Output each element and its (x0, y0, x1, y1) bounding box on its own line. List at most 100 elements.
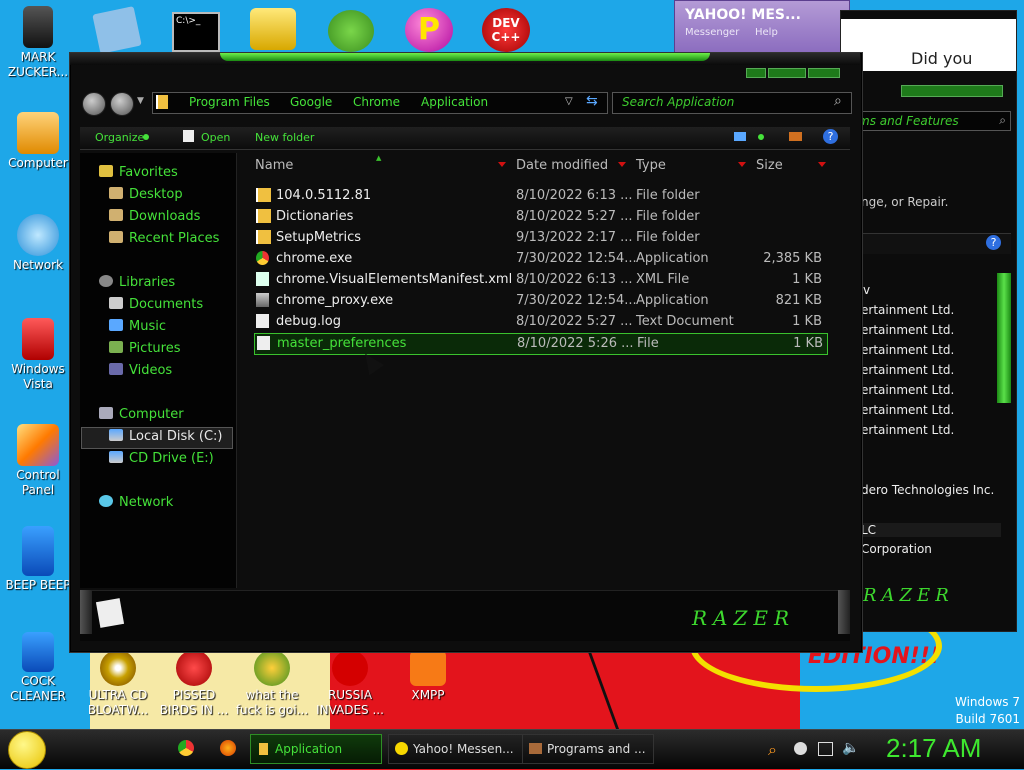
resize-grip-left[interactable] (80, 590, 92, 634)
help-icon[interactable]: ? (823, 129, 838, 144)
desktop-icon-russia[interactable]: RUSSIA INVADES ... (312, 650, 388, 718)
maximize-button[interactable] (768, 68, 806, 78)
programs-publisher[interactable]: ertainment Ltd. (861, 403, 954, 417)
window-controls[interactable] (901, 85, 1003, 97)
desktop-icon-beep-beep[interactable]: BEEP BEEP (0, 526, 76, 593)
nav-libraries[interactable]: Libraries (99, 275, 175, 290)
notepad-icon[interactable] (92, 6, 142, 54)
new-folder-button[interactable]: New folder (255, 131, 314, 144)
desktop-icon-windows-vista[interactable]: Windows Vista (0, 318, 76, 392)
desktop-icon-computer[interactable]: Computer (0, 112, 76, 171)
desktop-icon-ultra-cd[interactable]: ULTRA CD BLOATW... (80, 650, 156, 718)
taskbar-item-yahoo[interactable]: Yahoo! Messen... (388, 734, 524, 764)
desktop-icon-network[interactable]: Network (0, 214, 76, 273)
desktop-icon-cock-cleaner[interactable]: COCK CLEANER (0, 632, 76, 704)
programs-publisher[interactable]: ertainment Ltd. (861, 363, 954, 377)
nav-computer[interactable]: Computer (99, 407, 184, 422)
firefox-icon[interactable] (220, 740, 236, 756)
volume-icon[interactable]: 🔈 (842, 740, 859, 756)
programs-search-box[interactable]: ms and Features ⌕ (851, 111, 1011, 131)
devcpp-icon[interactable]: DEV C++ (482, 8, 530, 52)
programs-features-window[interactable]: Did you ms and Features ⌕ nge, or Repair… (840, 10, 1017, 632)
nav-cd-drive[interactable]: CD Drive (E:) (109, 451, 214, 466)
nav-documents[interactable]: Documents (109, 297, 203, 312)
file-row[interactable]: 104.0.5112.81 8/10/2022 6:13 ... File fo… (254, 186, 826, 206)
column-name[interactable]: Name (255, 158, 293, 173)
preview-pane-icon[interactable] (789, 132, 802, 141)
programs-publisher[interactable]: dero Technologies Inc. (861, 483, 994, 497)
breadcrumb-google[interactable]: Google (290, 95, 332, 109)
desktop-icon-pissed-birds[interactable]: PISSED BIRDS IN ... (156, 650, 232, 718)
desktop-icon-xmpp[interactable]: XMPP (390, 650, 466, 703)
desktop-icon-mark-zuckerberg[interactable]: MARK ZUCKER... (0, 6, 76, 80)
column-name-dropdown[interactable] (498, 162, 506, 167)
column-type[interactable]: Type (636, 158, 666, 173)
column-date-dropdown[interactable] (618, 162, 626, 167)
taskbar-item-application[interactable]: Application (250, 734, 382, 764)
nav-pictures[interactable]: Pictures (109, 341, 180, 356)
nav-recent-places[interactable]: Recent Places (109, 231, 219, 246)
libraries-icon (99, 275, 113, 287)
programs-publisher[interactable]: ertainment Ltd. (861, 303, 954, 317)
yahoo-help-menu[interactable]: Help (755, 27, 778, 38)
view-icon[interactable] (734, 132, 746, 141)
chrome-icon[interactable] (178, 740, 194, 756)
tray-icon[interactable] (794, 742, 807, 755)
minimize-button[interactable] (746, 68, 766, 78)
refresh-icon[interactable]: ⇆ (586, 93, 598, 109)
column-type-dropdown[interactable] (738, 162, 746, 167)
forward-button[interactable] (110, 92, 134, 116)
view-dot-icon[interactable] (758, 134, 764, 140)
nav-music[interactable]: Music (109, 319, 166, 334)
network-tray-icon[interactable] (818, 742, 833, 756)
programs-publisher[interactable]: Corporation (861, 542, 932, 556)
breadcrumb-chrome[interactable]: Chrome (353, 95, 400, 109)
file-row-selected[interactable]: master_preferences 8/10/2022 5:26 ... Fi… (254, 333, 828, 355)
clock[interactable]: 2:17 AM (886, 733, 981, 764)
nav-downloads[interactable]: Downloads (109, 209, 200, 224)
pig-icon[interactable] (328, 10, 374, 52)
help-icon[interactable]: ? (986, 235, 1001, 250)
search-icon[interactable]: ⌕ (834, 93, 842, 109)
nav-label: Videos (129, 363, 173, 378)
search-icon[interactable]: ⌕ (999, 113, 1006, 128)
breadcrumb-program-files[interactable]: Program Files (189, 95, 270, 109)
column-date-modified[interactable]: Date modified (516, 158, 608, 173)
column-size-dropdown[interactable] (818, 162, 826, 167)
file-row[interactable]: Dictionaries 8/10/2022 5:27 ... File fol… (254, 207, 826, 227)
column-size[interactable]: Size (756, 158, 783, 173)
back-button[interactable] (82, 92, 106, 116)
programs-publisher[interactable]: ertainment Ltd. (861, 383, 954, 397)
programs-publisher[interactable]: ertainment Ltd. (861, 323, 954, 337)
taskbar-item-programs[interactable]: Programs and ... (522, 734, 654, 764)
file-row[interactable]: chrome.VisualElementsManifest.xml 8/10/2… (254, 270, 826, 290)
programs-publisher[interactable]: ertainment Ltd. (861, 423, 954, 437)
programs-publisher[interactable]: ertainment Ltd. (861, 343, 954, 357)
archive-icon[interactable] (250, 8, 296, 50)
desktop-icon-control-panel[interactable]: Control Panel (0, 424, 76, 498)
file-row[interactable]: chrome_proxy.exe 7/30/2022 12:54... Appl… (254, 291, 826, 311)
file-row[interactable]: chrome.exe 7/30/2022 12:54... Applicatio… (254, 249, 826, 269)
nav-network[interactable]: Network (99, 495, 173, 510)
start-button[interactable] (8, 731, 46, 769)
nav-desktop[interactable]: Desktop (109, 187, 183, 202)
file-row[interactable]: SetupMetrics 9/13/2022 2:17 ... File fol… (254, 228, 826, 248)
chevron-down-icon[interactable]: ▽ (565, 96, 573, 107)
nav-favorites[interactable]: Favorites (99, 165, 178, 180)
recent-pages-dropdown[interactable]: ▼ (137, 96, 144, 106)
desktop-icon-what[interactable]: what the fuck is goi... (234, 650, 310, 718)
p-icon[interactable]: P (405, 8, 453, 52)
nav-videos[interactable]: Videos (109, 363, 172, 378)
nav-local-disk[interactable]: Local Disk (C:) (109, 429, 222, 444)
file-row[interactable]: debug.log 8/10/2022 5:27 ... Text Docume… (254, 312, 826, 332)
breadcrumb-application[interactable]: Application (421, 95, 488, 109)
search-tray-icon[interactable]: ⌕ (768, 740, 777, 760)
yahoo-messenger-window[interactable]: YAHOO! MES... Messenger Help (674, 0, 850, 54)
cmd-icon[interactable]: C:\>_ (172, 12, 220, 52)
open-button[interactable]: Open (201, 131, 230, 144)
programs-scrollbar[interactable] (997, 273, 1011, 403)
resize-grip-right[interactable] (838, 590, 850, 634)
programs-publisher[interactable]: LC (861, 523, 1001, 537)
organize-button[interactable]: Organize (95, 131, 144, 144)
close-button[interactable] (808, 68, 840, 78)
